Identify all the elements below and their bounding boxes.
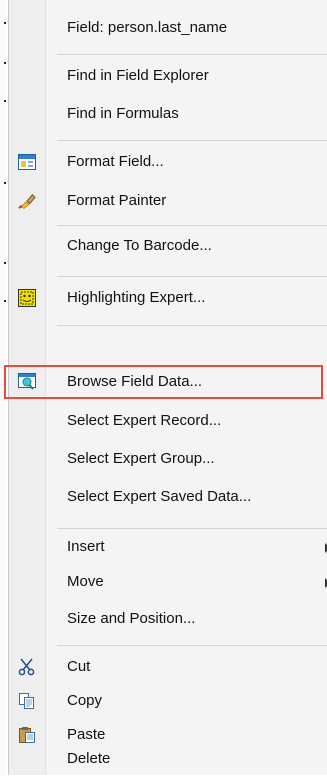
menu-item-label: Cut: [67, 658, 91, 675]
menu-item-label: Find in Field Explorer: [67, 67, 209, 84]
menu-item-label: Move: [67, 573, 104, 590]
menu-item-label: Select Expert Saved Data...: [67, 488, 252, 505]
menu-item-format-field[interactable]: Format Field...: [9, 145, 327, 179]
menu-separator: [57, 225, 327, 226]
menu-separator: [57, 54, 327, 55]
menu-item-change-to-barcode[interactable]: Change To Barcode...: [9, 229, 327, 263]
menu-separator: [57, 140, 327, 141]
menu-item-select-expert-record[interactable]: Select Expert Record...: [9, 404, 327, 438]
menu-item-format-painter[interactable]: Format Painter: [9, 184, 327, 218]
edge-mark: [4, 22, 6, 24]
menu-item-label: Highlighting Expert...: [67, 289, 206, 306]
menu-item-label: Field: person.last_name: [67, 19, 228, 36]
menu-separator: [57, 645, 327, 646]
menu-item-select-expert-group[interactable]: Select Expert Group...: [9, 442, 327, 476]
menu-item-label: Change To Barcode...: [67, 237, 212, 254]
selection-highlight: [4, 365, 323, 399]
cut-icon: [18, 658, 36, 676]
menu-separator: [57, 276, 327, 277]
menu-item-cut[interactable]: Cut: [9, 650, 327, 684]
menu-item-label: Format Field...: [67, 153, 164, 170]
menu-item-delete[interactable]: Delete: [9, 742, 327, 776]
menu-item-find-in-field-explorer[interactable]: Find in Field Explorer: [9, 59, 327, 93]
menu-item-label: Select Expert Group...: [67, 450, 215, 467]
edge-mark: [4, 300, 6, 302]
menu-item-label: Delete: [67, 750, 111, 767]
menu-item-label: Size and Position...: [67, 610, 196, 627]
menu-item-label: Copy: [67, 692, 103, 709]
edge-mark: [4, 262, 6, 264]
format-field-icon: [18, 153, 36, 171]
edge-mark: [4, 62, 6, 64]
copy-icon: [18, 692, 36, 710]
menu-item-label: Insert: [67, 538, 105, 555]
highlighting-expert-icon: [18, 289, 36, 307]
menu-item-highlighting-expert[interactable]: Highlighting Expert...: [9, 281, 327, 315]
menu-item-move[interactable]: Move: [9, 565, 327, 599]
menu-item-field-name[interactable]: Field: person.last_name: [9, 11, 327, 45]
menu-item-select-expert-saved-data[interactable]: Select Expert Saved Data...: [9, 480, 327, 514]
menu-item-label: Find in Formulas: [67, 105, 179, 122]
format-painter-icon: [18, 192, 36, 210]
menu-item-find-in-formulas[interactable]: Find in Formulas: [9, 97, 327, 131]
menu-item-insert[interactable]: Insert: [9, 530, 327, 564]
edge-mark: [4, 182, 6, 184]
menu-item-size-and-position[interactable]: Size and Position...: [9, 602, 327, 636]
menu-item-label: Select Expert Record...: [67, 412, 222, 429]
menu-separator: [57, 528, 327, 529]
edge-mark: [4, 100, 6, 102]
menu-item-copy[interactable]: Copy: [9, 684, 327, 718]
menu-separator: [57, 325, 327, 326]
menu-item-label: Format Painter: [67, 192, 167, 209]
